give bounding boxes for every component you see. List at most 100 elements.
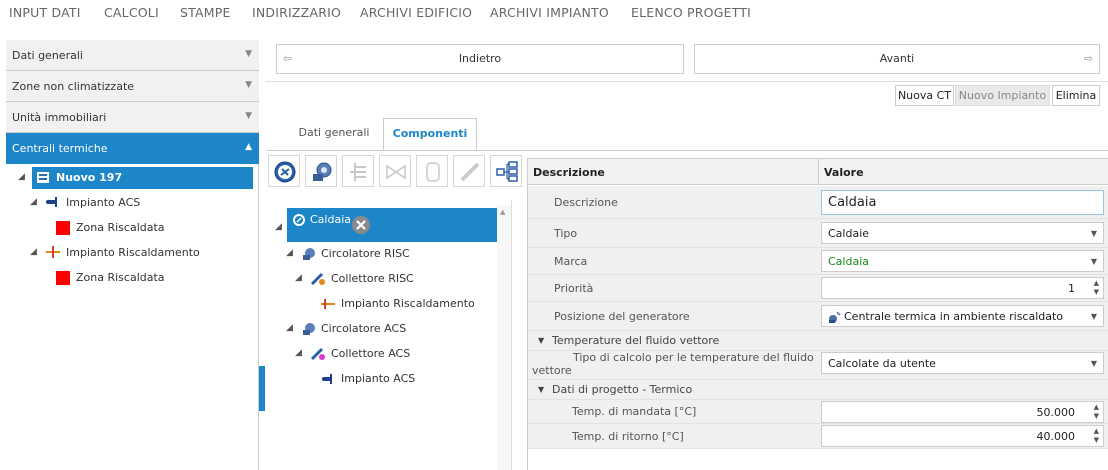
zone-icon [56,271,70,285]
tipo-select[interactable]: Caldaie ▼ [821,222,1104,244]
tree-toggle-icon[interactable]: ◢ [275,222,282,232]
ritorno-stepper[interactable]: 40.000 ▲ ▼ [821,425,1104,447]
tab-componenti[interactable]: Componenti [383,118,477,151]
stepper-arrows-icon[interactable]: ▲ ▼ [1094,403,1099,421]
descrizione-input[interactable]: Caldaia [821,190,1104,215]
new-impianto-button[interactable]: Nuovo Impianto [955,85,1050,106]
manifold-icon [310,347,325,361]
add-circulator-button[interactable] [305,155,337,187]
tree-node-circolatore-acs[interactable]: ◢ Circolatore ACS [268,318,498,340]
tank-icon [426,162,440,182]
hierarchy-button[interactable] [490,155,522,187]
col-header-valore: Valore [824,166,864,179]
remove-icon[interactable] [351,215,371,235]
menu-indirizzario[interactable]: INDIRIZZARIO [252,5,341,20]
menu-stampe[interactable]: STAMPE [180,5,231,20]
tree-node-nuovo-197[interactable]: Nuovo 197 [32,167,253,189]
marca-select[interactable]: Caldaia ▼ [821,250,1104,272]
stepper-arrows-icon[interactable]: ▲ ▼ [1094,279,1099,297]
arrow-left-icon: ⇦ [283,52,293,65]
scroll-up-icon[interactable]: ▲ [500,208,505,216]
priorita-stepper[interactable]: 1 ▲ ▼ [821,277,1104,299]
menu-calcoli[interactable]: CALCOLI [104,5,159,20]
tree-node-caldaia[interactable]: Caldaia [287,208,497,242]
tree-node-zona-acs[interactable]: Zona Riscaldata [6,217,259,239]
tree-toggle-icon[interactable]: ◢ [18,172,25,182]
tree-toggle-icon[interactable]: ◢ [286,248,293,258]
collapse-icon[interactable]: ▼ [538,385,544,394]
row-ritorno: Temp. di ritorno [°C] 40.000 ▲ ▼ [528,424,1108,449]
add-manifold-button[interactable] [342,155,374,187]
tree-root-row: ◢ Nuovo 197 [6,167,259,189]
collapse-icon[interactable]: ▼ [538,336,544,345]
section-centrali-termiche[interactable]: Centrali termiche ▲ [6,133,259,164]
section-zone-non-climatizzate[interactable]: Zone non climatizzate ▼ [6,71,259,102]
tree-node-zona-risc[interactable]: Zona Riscaldata [6,267,259,289]
menu-elenco-progetti[interactable]: ELENCO PROGETTI [631,5,751,20]
zone-icon [56,221,70,235]
panel-splitter-handle[interactable] [259,366,265,411]
stepper-arrows-icon[interactable]: ▲ ▼ [1094,427,1099,445]
section-unita-immobiliari[interactable]: Unità immobiliari ▼ [6,102,259,133]
row-tipo: Tipo Caldaie ▼ [528,219,1108,248]
tree-node-impianto-riscaldamento[interactable]: Impianto Riscaldamento [268,293,498,315]
add-generator-button[interactable] [268,155,300,187]
row-marca: Marca Caldaia ▼ [528,248,1108,275]
hierarchy-icon [496,161,518,182]
tree-node-impianto-acs[interactable]: ◢ Impianto ACS [6,192,259,214]
tree-node-collettore-risc[interactable]: ◢ Collettore RISC [268,268,498,290]
col-header-descrizione: Descrizione [533,166,605,179]
posizione-select[interactable]: Centrale termica in ambiente riscaldato … [821,305,1104,327]
chevron-down-icon: ▼ [245,111,252,121]
back-button[interactable]: ⇦ Indietro [276,44,684,74]
mandata-stepper[interactable]: 50.000 ▲ ▼ [821,401,1104,423]
chevron-down-icon: ▼ [1090,229,1097,238]
tree-node-impianto-acs[interactable]: Impianto ACS [268,368,498,390]
menu-archivi-impianto[interactable]: ARCHIVI IMPIANTO [490,5,609,20]
section-dati-generali[interactable]: Dati generali ▼ [6,40,259,71]
tree-toggle-icon[interactable]: ◢ [30,247,37,257]
tree-toggle-icon[interactable]: ◢ [295,348,302,358]
left-panel: Dati generali ▼ Zone non climatizzate ▼ … [6,40,259,470]
chevron-down-icon: ▼ [245,80,252,90]
section-temperature-fluido[interactable]: ▼ Temperature del fluido vettore [528,331,1108,351]
tree-node-circolatore-risc[interactable]: ◢ Circolatore RISC [268,243,498,265]
manifold-icon [310,272,325,286]
circulator-icon [303,248,315,260]
tab-dati-generali[interactable]: Dati generali [290,118,378,151]
row-descrizione: Descrizione Caldaia [528,186,1108,219]
section-dati-progetto[interactable]: ▼ Dati di progetto - Termico [528,380,1108,400]
next-button[interactable]: Avanti ⇨ [694,44,1100,74]
circulator-icon [303,323,315,335]
chevron-down-icon: ▼ [245,49,252,59]
row-tipo-calcolo: Tipo di calcolo per le temperature del f… [528,351,1108,380]
manifold-icon [350,163,366,181]
row-priorita: Priorità 1 ▲ ▼ [528,275,1108,302]
delete-button[interactable]: Elimina [1052,85,1100,106]
chevron-down-icon: ▼ [1090,312,1097,321]
new-ct-button[interactable]: Nuova CT [895,85,954,106]
tree-toggle-icon[interactable]: ◢ [30,197,37,207]
arrow-right-icon: ⇨ [1083,52,1093,65]
add-valve-button[interactable] [379,155,411,187]
add-tank-button[interactable] [416,155,448,187]
chevron-up-icon: ▲ [245,142,252,152]
chevron-down-icon: ▼ [1090,257,1097,266]
menu-input-dati[interactable]: INPUT DATI [9,5,81,20]
component-tree-scrollbar[interactable]: ▲ [497,205,511,470]
divider [266,81,1108,82]
central-icon [36,171,50,184]
top-menu: INPUT DATI CALCOLI STAMPE INDIRIZZARIO A… [0,0,1108,26]
grid-header: Descrizione Valore [528,158,1108,185]
tipo-calcolo-select[interactable]: Calcolate da utente ▼ [821,352,1104,374]
row-mandata: Temp. di mandata [°C] 50.000 ▲ ▼ [528,400,1108,424]
chevron-down-icon: ▼ [1090,359,1097,368]
menu-archivi-edificio[interactable]: ARCHIVI EDIFICIO [360,5,472,20]
row-posizione: Posizione del generatore Centrale termic… [528,302,1108,331]
tree-toggle-icon[interactable]: ◢ [286,323,293,333]
add-pipe-button[interactable] [453,155,485,187]
generator-icon [274,161,296,183]
tree-node-impianto-riscaldamento[interactable]: ◢ Impianto Riscaldamento [6,242,259,264]
tree-toggle-icon[interactable]: ◢ [295,273,302,283]
tree-node-collettore-acs[interactable]: ◢ Collettore ACS [268,343,498,365]
